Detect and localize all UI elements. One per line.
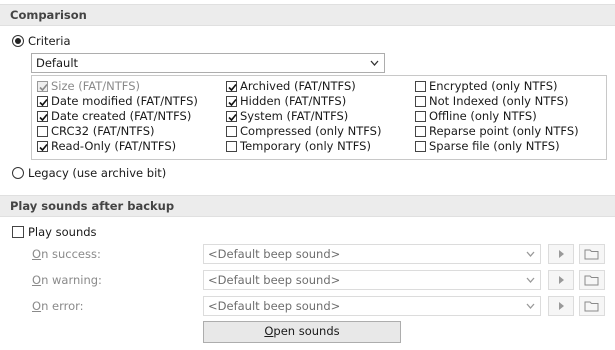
sparse-file-checkbox[interactable] (415, 141, 426, 152)
on-error-select: <Default beep sound> (203, 296, 541, 316)
size-label: Size (FAT/NTFS) (51, 79, 141, 93)
encrypted-checkbox[interactable] (415, 81, 426, 92)
sounds-section-header: Play sounds after backup (0, 195, 615, 217)
play-icon (559, 276, 564, 284)
browse-error-button (579, 296, 605, 316)
checkmark-icon (228, 83, 237, 92)
temporary-checkbox[interactable] (226, 141, 237, 152)
on-success-label: On success: (32, 247, 101, 261)
archived-checkbox[interactable] (226, 81, 237, 92)
system-checkbox[interactable] (226, 111, 237, 122)
read-only-label[interactable]: Read-Only (FAT/NTFS) (51, 139, 176, 153)
not-indexed-label[interactable]: Not Indexed (only NTFS) (429, 94, 568, 108)
checkmark-icon (39, 143, 48, 152)
compressed-checkbox[interactable] (226, 126, 237, 137)
criteria-label[interactable]: Criteria (28, 34, 71, 48)
date-modified-label[interactable]: Date modified (FAT/NTFS) (51, 94, 198, 108)
play-success-button (548, 244, 574, 264)
read-only-checkbox[interactable] (37, 141, 48, 152)
hidden-label[interactable]: Hidden (FAT/NTFS) (240, 94, 346, 108)
archived-label[interactable]: Archived (FAT/NTFS) (240, 79, 356, 93)
date-modified-checkbox[interactable] (37, 96, 48, 107)
temporary-label[interactable]: Temporary (only NTFS) (240, 139, 371, 153)
play-icon (559, 302, 564, 310)
checkmark-icon (228, 98, 237, 107)
folder-icon (584, 275, 599, 286)
play-sounds-checkbox[interactable] (12, 226, 24, 238)
sparse-file-label[interactable]: Sparse file (only NTFS) (429, 139, 560, 153)
play-icon (559, 250, 564, 258)
chevron-down-icon (526, 251, 535, 257)
play-error-button (548, 296, 574, 316)
chevron-down-icon (370, 60, 379, 66)
crc32-label[interactable]: CRC32 (FAT/NTFS) (51, 124, 155, 138)
checkmark-icon (39, 83, 48, 92)
checkmark-icon (228, 113, 237, 122)
reparse-point-label[interactable]: Reparse point (only NTFS) (429, 124, 579, 138)
browse-success-button (579, 244, 605, 264)
date-created-label[interactable]: Date created (FAT/NTFS) (51, 109, 191, 123)
on-error-label: On error: (32, 299, 84, 313)
play-sounds-label[interactable]: Play sounds (28, 225, 97, 239)
system-label[interactable]: System (FAT/NTFS) (240, 109, 348, 123)
hidden-checkbox[interactable] (226, 96, 237, 107)
open-sounds-button[interactable]: Open sounds (203, 321, 401, 343)
date-created-checkbox[interactable] (37, 111, 48, 122)
not-indexed-checkbox[interactable] (415, 96, 426, 107)
play-warning-button (548, 270, 574, 290)
chevron-down-icon (526, 277, 535, 283)
size-checkbox (37, 81, 48, 92)
encrypted-label[interactable]: Encrypted (only NTFS) (429, 79, 558, 93)
offline-checkbox[interactable] (415, 111, 426, 122)
legacy-label[interactable]: Legacy (use archive bit) (28, 166, 166, 180)
on-warning-select: <Default beep sound> (203, 270, 541, 290)
on-error-value: <Default beep sound> (208, 299, 341, 313)
legacy-radio[interactable] (12, 167, 24, 179)
compressed-label[interactable]: Compressed (only NTFS) (240, 124, 381, 138)
on-warning-label: On warning: (32, 273, 102, 287)
reparse-point-checkbox[interactable] (415, 126, 426, 137)
on-warning-value: <Default beep sound> (208, 273, 341, 287)
folder-icon (584, 249, 599, 260)
offline-label[interactable]: Offline (only NTFS) (429, 109, 537, 123)
comparison-section-header: Comparison (0, 4, 615, 26)
criteria-dropdown[interactable]: Default (31, 53, 385, 73)
on-success-select: <Default beep sound> (203, 244, 541, 264)
chevron-down-icon (526, 303, 535, 309)
folder-icon (584, 301, 599, 312)
on-success-value: <Default beep sound> (208, 247, 341, 261)
criteria-radio[interactable] (12, 35, 24, 47)
crc32-checkbox[interactable] (37, 126, 48, 137)
checkmark-icon (39, 98, 48, 107)
criteria-dropdown-value: Default (36, 56, 79, 70)
checkmark-icon (39, 113, 48, 122)
browse-warning-button (579, 270, 605, 290)
